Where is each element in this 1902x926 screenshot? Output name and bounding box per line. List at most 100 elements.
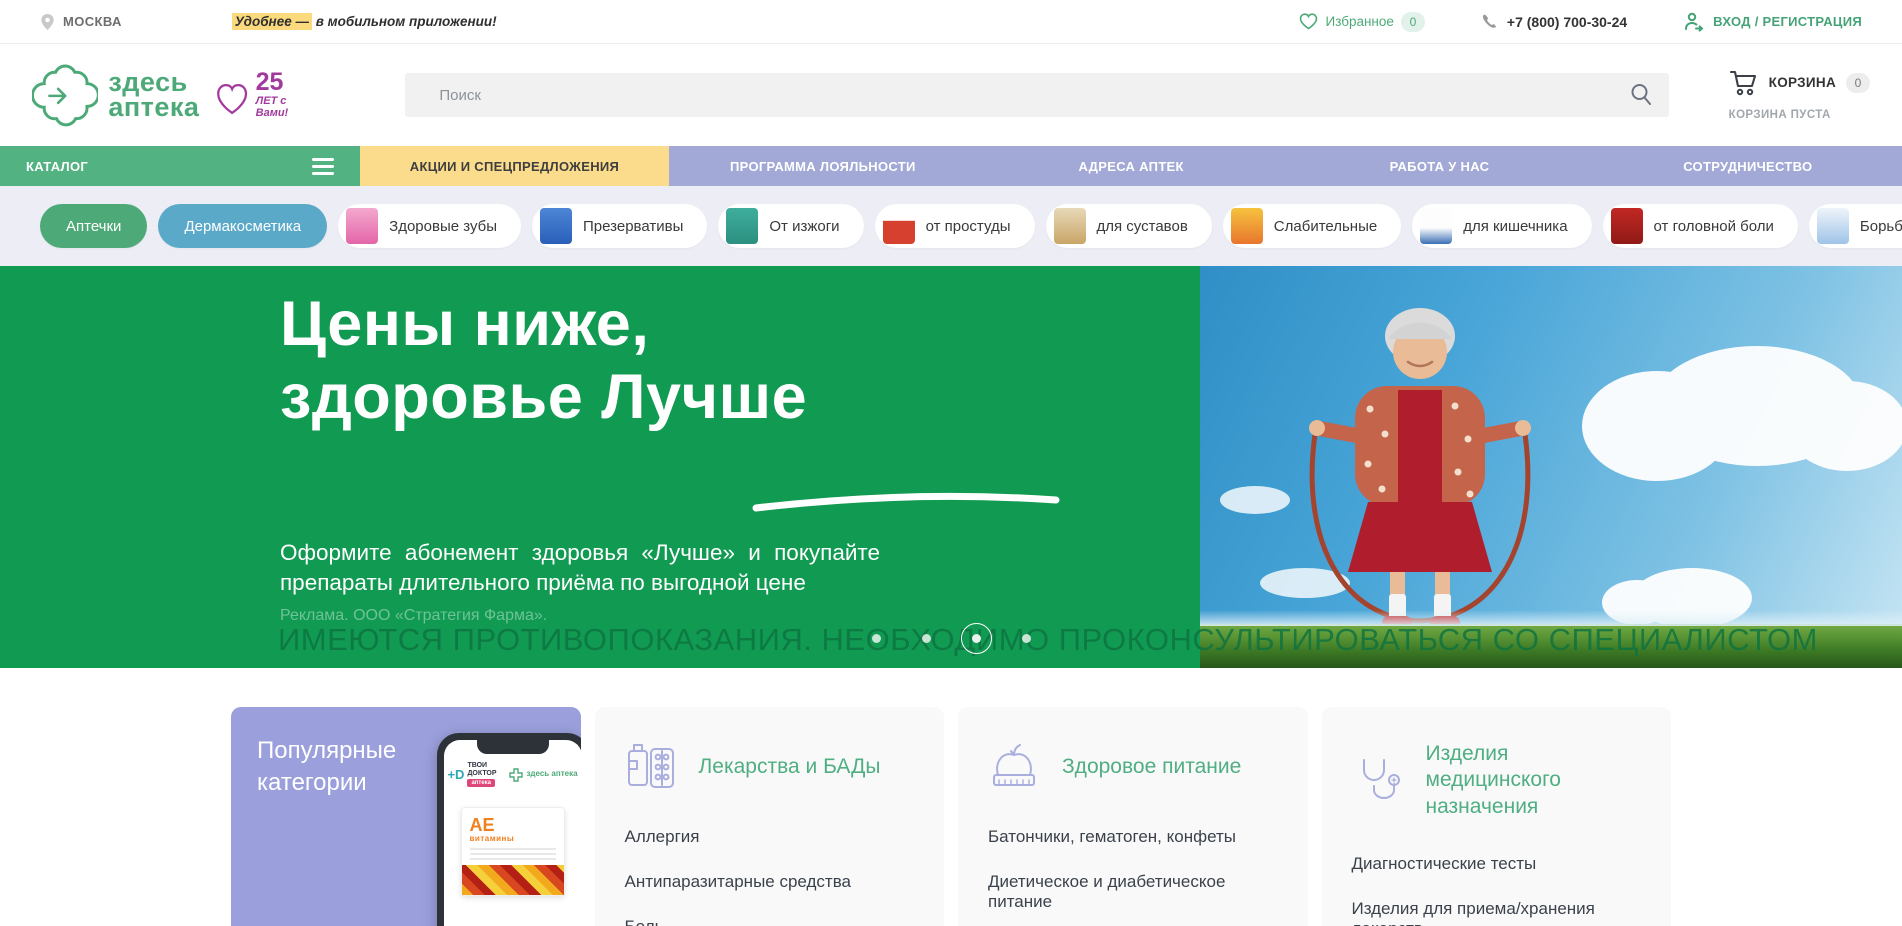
carousel-dot-1[interactable] xyxy=(872,634,881,643)
cart-count-badge: 0 xyxy=(1846,73,1870,93)
top-bar: МОСКВА Удобнее — в мобильном приложении!… xyxy=(0,0,1902,44)
support-phone[interactable]: +7 (800) 700-30-24 xyxy=(1481,13,1627,30)
category-link[interactable]: Аллергия xyxy=(625,827,915,847)
chip-label: Аптечки xyxy=(66,218,121,235)
user-login-icon xyxy=(1683,12,1705,32)
carousel-dots xyxy=(0,634,1902,643)
product-thumbnail xyxy=(883,208,915,244)
category-card-title[interactable]: Изделия медицинского назначения xyxy=(1426,741,1642,820)
anniversary-logo: 25 ЛЕТ с Вами! xyxy=(213,70,313,121)
product-thumbnail xyxy=(1420,208,1452,244)
chip-label: От изжоги xyxy=(769,218,839,235)
chip-healthy-teeth[interactable]: Здоровые зубы xyxy=(338,204,521,248)
anniversary-number: 25 xyxy=(256,70,314,95)
tvoy-doktor-badge: аптека xyxy=(467,779,495,787)
phone-mockup: +D ТВОИ ДОКТОР аптека здесь аптека xyxy=(437,733,581,926)
city-selector[interactable]: МОСКВА xyxy=(40,13,122,31)
search-input[interactable] xyxy=(405,73,1668,117)
phone-notch xyxy=(477,740,549,754)
chip-condoms[interactable]: Презервативы xyxy=(532,204,707,248)
popular-categories-title: Популярные категории xyxy=(257,735,407,800)
nav-jobs[interactable]: РАБОТА У НАС xyxy=(1285,146,1593,186)
cart-button[interactable]: КОРЗИНА 0 xyxy=(1729,70,1870,96)
hero-title-line1: Цены ниже, xyxy=(280,288,807,361)
chip-label: от головной боли xyxy=(1654,218,1774,235)
phone-number: +7 (800) 700-30-24 xyxy=(1507,14,1627,30)
category-link[interactable]: Диагностические тесты xyxy=(1352,854,1642,874)
chip-label: Дермакосметика xyxy=(184,218,301,235)
jumping-grandmother-image xyxy=(1270,294,1570,644)
carousel-dot-4[interactable] xyxy=(1022,634,1031,643)
chip-dermacosmetics[interactable]: Дермакосметика xyxy=(158,204,327,248)
popular-categories-card[interactable]: Популярные категории +D ТВОИ ДОКТОР апте… xyxy=(231,707,581,926)
nav-catalog-label: КАТАЛОГ xyxy=(26,159,88,174)
anniversary-text: ЛЕТ с Вами! xyxy=(256,95,314,119)
heart-icon xyxy=(1299,13,1318,30)
favorites-count-badge: 0 xyxy=(1401,12,1425,32)
city-name: МОСКВА xyxy=(63,14,122,29)
mini-cross-icon xyxy=(509,768,523,782)
logo-line-2: аптека xyxy=(108,95,199,120)
phone-icon xyxy=(1481,13,1498,30)
main-header: здесь аптека 25 ЛЕТ с Вами! xyxy=(0,44,1902,146)
tvoy-doktor-name: ТВОИ ДОКТОР xyxy=(467,762,501,778)
chip-arthritis[interactable]: Борьба с артритом xyxy=(1809,204,1902,248)
nav-cooperation[interactable]: СОТРУДНИЧЕСТВО xyxy=(1594,146,1902,186)
zdes-apteka-name: здесь аптека xyxy=(526,770,577,779)
nav-catalog[interactable]: КАТАЛОГ xyxy=(0,146,360,186)
product-thumbnail xyxy=(540,208,572,244)
quick-category-chips: Аптечки Дермакосметика Здоровые зубы Пре… xyxy=(0,186,1902,266)
category-cards-section: Популярные категории +D ТВОИ ДОКТОР апте… xyxy=(231,707,1671,926)
nav-pharmacy-addresses[interactable]: АДРЕСА АПТЕК xyxy=(977,146,1285,186)
zdes-apteka-mini-logo: здесь аптека xyxy=(509,768,577,782)
hamburger-menu-icon xyxy=(312,158,334,175)
chip-intestines[interactable]: для кишечника xyxy=(1412,204,1591,248)
stethoscope-icon xyxy=(1352,754,1404,806)
vitamins-product-image: АЕ витамины xyxy=(461,807,565,896)
category-card-healthy-food: Здоровое питание Батончики, гематоген, к… xyxy=(958,707,1308,926)
chip-label: для кишечника xyxy=(1463,218,1567,235)
site-logo[interactable]: здесь аптека 25 ЛЕТ с Вами! xyxy=(32,56,313,134)
product-thumbnail xyxy=(726,208,758,244)
chip-label: Здоровые зубы xyxy=(389,218,497,235)
chip-joints[interactable]: для суставов xyxy=(1046,204,1212,248)
favorites-link[interactable]: Избранное 0 xyxy=(1299,12,1424,32)
hero-banner[interactable]: Цены ниже, здоровье Лучше Оформите абоне… xyxy=(0,266,1902,668)
category-link[interactable]: Батончики, гематоген, конфеты xyxy=(988,827,1278,847)
category-link[interactable]: Диетическое и диабетическое питание xyxy=(988,872,1278,912)
location-pin-icon xyxy=(40,13,55,31)
tvoy-doktor-logo: +D ТВОИ ДОКТОР аптека xyxy=(447,762,501,787)
search-button[interactable] xyxy=(1627,81,1655,109)
heart-hands-icon xyxy=(213,77,251,121)
category-card-title[interactable]: Здоровое питание xyxy=(1062,754,1241,780)
promo-highlight: Удобнее — xyxy=(232,13,312,30)
carousel-dot-3-active[interactable] xyxy=(972,634,981,643)
main-navigation: КАТАЛОГ АКЦИИ И СПЕЦПРЕДЛОЖЕНИЯ ПРОГРАММ… xyxy=(0,146,1902,186)
login-registration-link[interactable]: ВХОД / РЕГИСТРАЦИЯ xyxy=(1683,12,1862,32)
hero-title: Цены ниже, здоровье Лучше xyxy=(280,288,807,434)
nav-loyalty-label: ПРОГРАММА ЛОЯЛЬНОСТИ xyxy=(730,159,916,174)
nav-promotions[interactable]: АКЦИИ И СПЕЦПРЕДЛОЖЕНИЯ xyxy=(360,146,668,186)
chip-label: Борьба с артритом xyxy=(1860,218,1902,235)
category-link[interactable]: Изделия для приема/хранения лекарств xyxy=(1352,899,1642,926)
nav-loyalty-program[interactable]: ПРОГРАММА ЛОЯЛЬНОСТИ xyxy=(669,146,977,186)
chip-cold[interactable]: от простуды xyxy=(875,204,1035,248)
pills-blister-icon xyxy=(625,741,677,793)
carousel-dot-2[interactable] xyxy=(922,634,931,643)
product-thumbnail xyxy=(1231,208,1263,244)
cloud xyxy=(1652,346,1862,466)
chip-laxatives[interactable]: Слабительные xyxy=(1223,204,1401,248)
hero-photo xyxy=(1200,266,1902,668)
hero-title-line2: здоровье Лучше xyxy=(280,361,807,434)
chip-label: от простуды xyxy=(926,218,1011,235)
category-link[interactable]: Боль xyxy=(625,917,915,926)
product-thumbnail xyxy=(1611,208,1643,244)
nav-cooperation-label: СОТРУДНИЧЕСТВО xyxy=(1683,159,1812,174)
chip-heartburn[interactable]: От изжоги xyxy=(718,204,863,248)
chip-first-aid-kits[interactable]: Аптечки xyxy=(40,204,147,248)
mobile-app-promo[interactable]: Удобнее — в мобильном приложении! xyxy=(232,14,497,29)
category-link[interactable]: Антипаразитарные средства xyxy=(625,872,915,892)
chip-headache[interactable]: от головной боли xyxy=(1603,204,1798,248)
chip-label: Презервативы xyxy=(583,218,683,235)
category-card-title[interactable]: Лекарства и БАДы xyxy=(699,754,881,780)
